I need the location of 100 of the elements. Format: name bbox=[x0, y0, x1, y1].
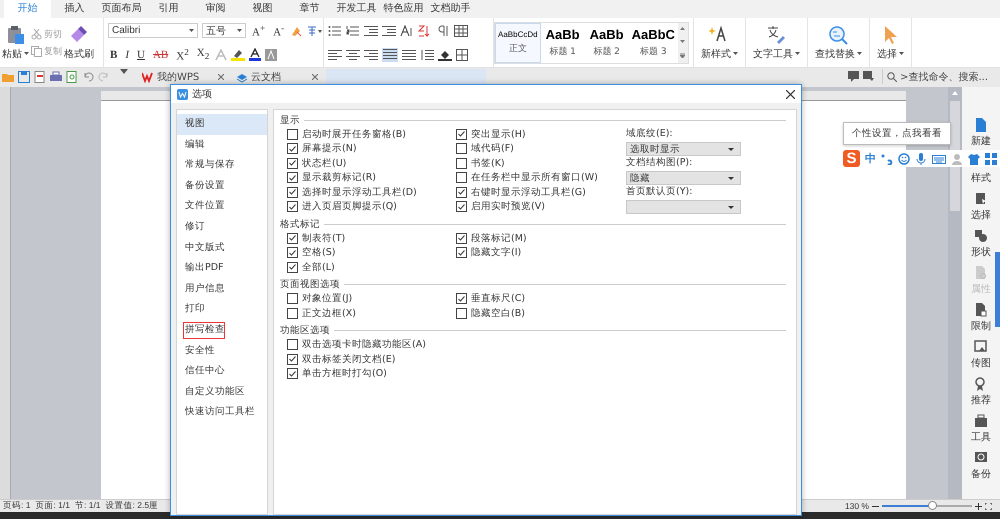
share-icon[interactable] bbox=[863, 71, 874, 82]
font-color-icon[interactable] bbox=[249, 48, 262, 61]
ribbon-button[interactable]: 查找替换 bbox=[814, 24, 862, 60]
highlight-icon[interactable] bbox=[231, 48, 246, 61]
checkbox[interactable] bbox=[456, 158, 467, 169]
sidebar-button[interactable]: 选择 bbox=[971, 192, 991, 222]
numbered-list-icon[interactable] bbox=[346, 24, 360, 36]
table-icon[interactable] bbox=[454, 24, 468, 36]
ribbon-tab[interactable]: 章节 bbox=[286, 0, 333, 18]
nav-item[interactable]: 用户信息 bbox=[177, 278, 267, 300]
nav-item[interactable]: 快速访问工具栏 bbox=[177, 402, 267, 423]
clear-format-icon[interactable] bbox=[290, 24, 302, 36]
grid-icon[interactable] bbox=[985, 152, 997, 164]
align-left-icon[interactable] bbox=[328, 48, 342, 60]
fit-window-icon[interactable] bbox=[985, 502, 992, 510]
print-icon[interactable] bbox=[50, 71, 62, 83]
borders-icon[interactable] bbox=[456, 48, 470, 60]
bullet-list-icon[interactable] bbox=[328, 24, 342, 36]
phonetic-icon[interactable] bbox=[306, 24, 322, 36]
ribbon-tab[interactable]: 页面布局 bbox=[98, 0, 145, 18]
caret-icon[interactable] bbox=[898, 52, 904, 55]
ribbon-tab[interactable]: 开始 bbox=[4, 0, 51, 18]
nav-item[interactable]: 拼写检查 bbox=[181, 320, 227, 341]
nav-item[interactable]: 中文版式 bbox=[177, 238, 267, 258]
nav-item[interactable]: 文件位置 bbox=[177, 196, 267, 217]
checkbox[interactable] bbox=[287, 143, 298, 154]
export-pdf-icon[interactable] bbox=[34, 71, 46, 83]
sort-icon[interactable] bbox=[418, 24, 432, 36]
ribbon-button[interactable]: 新样式 bbox=[700, 24, 738, 60]
bold-button[interactable]: B bbox=[108, 48, 120, 60]
document-tab[interactable]: 我的WPS bbox=[138, 69, 228, 84]
vertical-scrollbar[interactable] bbox=[948, 87, 962, 499]
ribbon-tab[interactable]: 特色应用 bbox=[380, 0, 427, 18]
undo-icon[interactable] bbox=[82, 71, 94, 83]
checkbox[interactable] bbox=[287, 158, 298, 169]
ribbon-tab[interactable]: 视图 bbox=[239, 0, 286, 18]
subscript-button[interactable]: X$_{2}$ bbox=[194, 47, 212, 62]
close-icon[interactable] bbox=[786, 90, 795, 98]
italic-button[interactable]: I bbox=[123, 48, 132, 60]
style-preset[interactable]: AaBb 标题 1 bbox=[540, 22, 585, 62]
caret-icon[interactable] bbox=[856, 52, 862, 55]
scroll-up-icon[interactable] bbox=[680, 27, 686, 30]
document-tab[interactable]: 云文档 bbox=[232, 69, 322, 84]
nav-item[interactable]: 编辑 bbox=[177, 134, 267, 156]
grow-font-button[interactable]: A$^{+}$ bbox=[250, 22, 268, 38]
sidebar-button[interactable]: 备份 bbox=[971, 451, 991, 481]
checkbox[interactable] bbox=[287, 293, 298, 304]
checkbox[interactable] bbox=[287, 247, 298, 258]
justify-icon[interactable] bbox=[382, 48, 398, 62]
checkbox[interactable] bbox=[456, 172, 467, 184]
caret-icon[interactable] bbox=[732, 52, 738, 55]
checkbox[interactable] bbox=[287, 128, 298, 140]
dropdown[interactable]: 选取时显示 bbox=[626, 142, 741, 156]
save-icon[interactable] bbox=[18, 71, 30, 83]
align-right-icon[interactable] bbox=[364, 48, 378, 60]
ribbon-button[interactable]: 选择 bbox=[876, 24, 904, 60]
smiley-icon[interactable] bbox=[898, 152, 910, 164]
sidebar-button[interactable]: 推荐 bbox=[971, 377, 991, 407]
style-preset[interactable]: AaBbC 标题 3 bbox=[628, 22, 678, 62]
checkbox[interactable] bbox=[456, 201, 467, 212]
checkbox[interactable] bbox=[456, 247, 467, 258]
checkbox[interactable] bbox=[287, 308, 298, 319]
caret-icon[interactable] bbox=[189, 29, 194, 32]
checkbox[interactable] bbox=[287, 172, 298, 184]
sidebar-button[interactable]: 传图 bbox=[971, 340, 991, 370]
checkbox[interactable] bbox=[287, 232, 298, 244]
caret-icon[interactable] bbox=[794, 52, 800, 55]
checkbox[interactable] bbox=[456, 232, 467, 244]
line-spacing-icon[interactable] bbox=[420, 48, 434, 60]
print-preview-icon[interactable] bbox=[66, 71, 78, 83]
strikethrough-button[interactable]: AB bbox=[150, 48, 170, 60]
ribbon-tab[interactable]: 审阅 bbox=[192, 0, 239, 18]
distribute-icon[interactable] bbox=[402, 48, 416, 60]
text-direction-icon[interactable] bbox=[400, 24, 414, 36]
checkbox[interactable] bbox=[287, 354, 298, 365]
style-preset[interactable]: AaBb 标题 2 bbox=[584, 22, 629, 62]
checkbox[interactable] bbox=[287, 201, 298, 212]
checkbox[interactable] bbox=[287, 262, 298, 273]
caret-icon[interactable] bbox=[237, 29, 242, 32]
font-name-dropdown[interactable]: Calibri bbox=[108, 23, 198, 38]
shirt-icon[interactable] bbox=[968, 152, 980, 164]
ribbon-tab[interactable]: 文档助手 bbox=[427, 0, 474, 18]
increase-indent-icon[interactable] bbox=[382, 24, 396, 36]
ribbon-tab[interactable]: 开发工具 bbox=[333, 0, 380, 18]
style-preset[interactable]: AaBbCcDd 正文 bbox=[495, 22, 541, 62]
sidebar-button[interactable]: 工具 bbox=[971, 414, 991, 444]
paste-button[interactable]: 粘贴 bbox=[2, 24, 29, 60]
nav-item[interactable]: 打印 bbox=[177, 299, 267, 320]
format-painter-button[interactable]: 格式刷 bbox=[64, 24, 94, 60]
sidebar-button[interactable]: 新建 bbox=[971, 118, 991, 148]
dropdown[interactable]: 隐藏 bbox=[626, 171, 741, 185]
panel-toggle[interactable] bbox=[995, 252, 1000, 327]
checkbox[interactable] bbox=[287, 186, 298, 198]
ribbon-tab[interactable]: 引用 bbox=[145, 0, 192, 18]
zoom-thumb[interactable] bbox=[928, 501, 936, 510]
shading-icon[interactable] bbox=[438, 48, 452, 60]
checkbox[interactable] bbox=[456, 143, 467, 154]
caret-icon[interactable] bbox=[24, 52, 29, 55]
scroll-down-icon[interactable] bbox=[680, 40, 686, 43]
decrease-indent-icon[interactable] bbox=[364, 24, 378, 36]
